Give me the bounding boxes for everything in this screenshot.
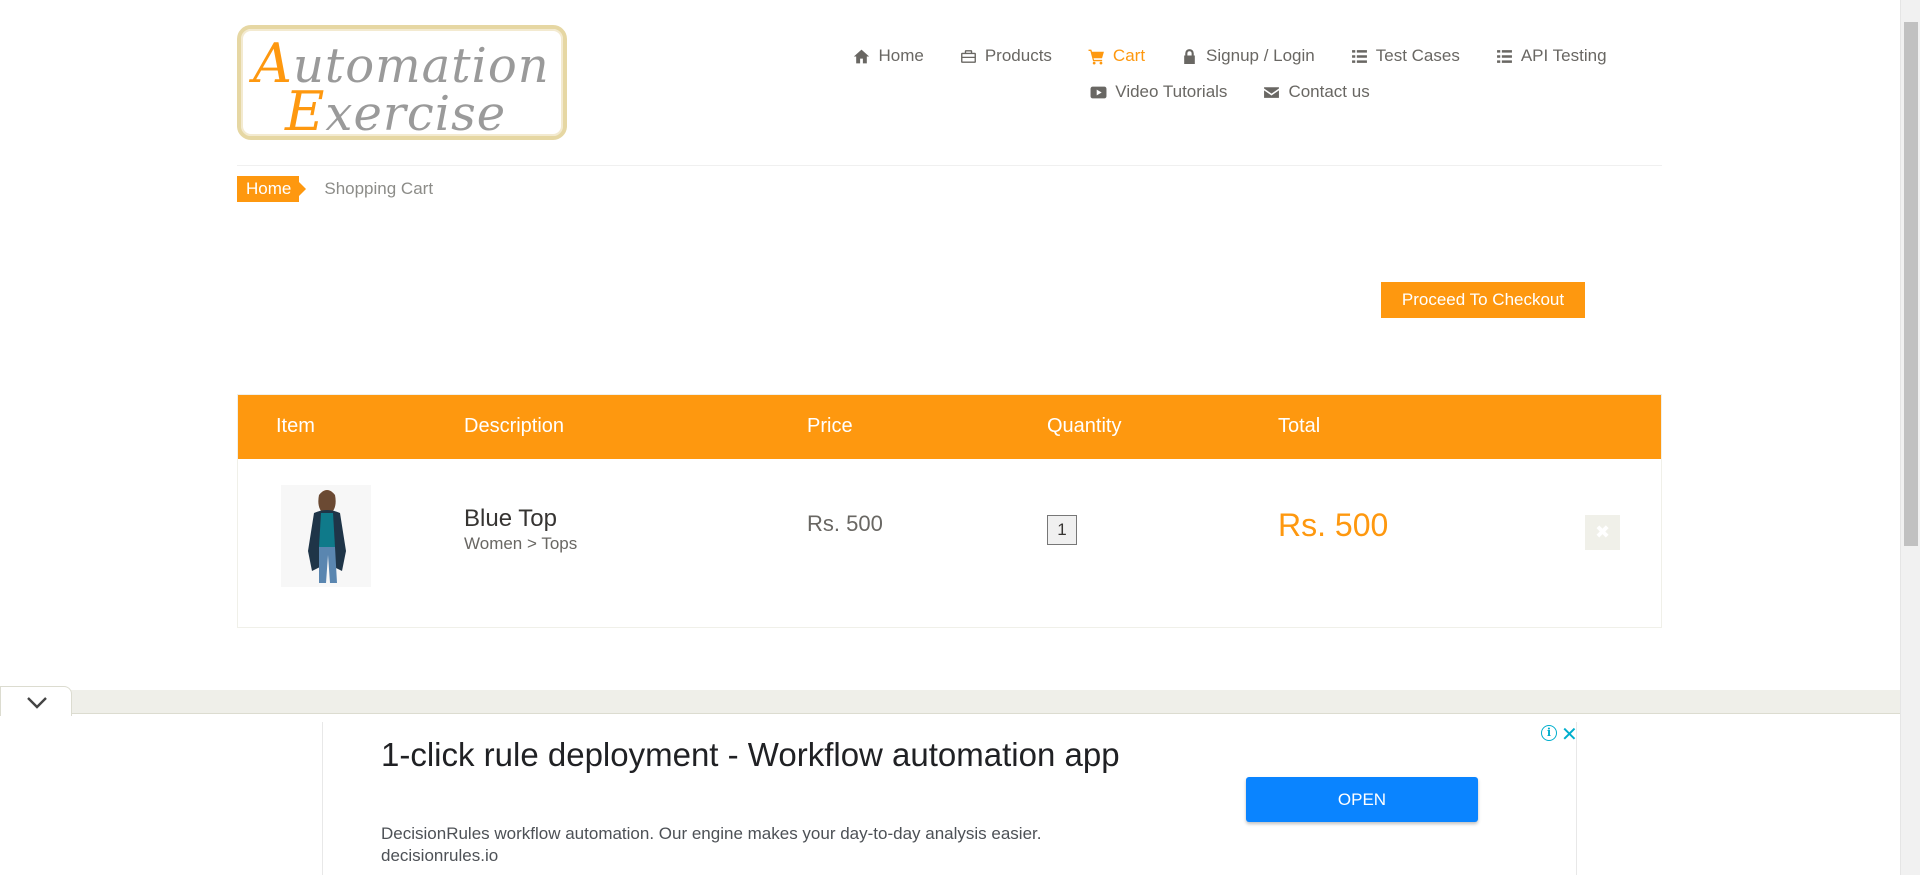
- header-description: Description: [464, 415, 565, 437]
- nav-video-tutorials[interactable]: Video Tutorials: [1090, 82, 1227, 102]
- nav-contact-us-label: Contact us: [1288, 82, 1370, 101]
- nav-products[interactable]: Products: [960, 46, 1052, 66]
- nav-row-1: Home Products Cart Signup / Login Test C…: [680, 38, 1780, 74]
- nav-signup-login-label: Signup / Login: [1206, 46, 1315, 65]
- nav-row-2: Video Tutorials Contact us: [680, 74, 1780, 110]
- breadcrumb-current: Shopping Cart: [324, 179, 434, 198]
- delete-item-button[interactable]: ✖: [1585, 515, 1620, 550]
- product-image[interactable]: [281, 485, 371, 587]
- logo-line-2: Exercise: [285, 80, 507, 143]
- ad-info-icon[interactable]: i: [1541, 725, 1557, 741]
- product-photo-woman: [281, 485, 371, 587]
- chevron-down-icon: [27, 697, 47, 709]
- nav-test-cases[interactable]: Test Cases: [1351, 46, 1460, 66]
- list-icon: [1351, 49, 1367, 63]
- ad-banner[interactable]: 1-click rule deployment - Workflow autom…: [322, 722, 1578, 875]
- cart-table: Item Description Price Quantity Total Bl…: [237, 394, 1662, 628]
- envelope-icon: [1264, 86, 1280, 98]
- nav-home[interactable]: Home: [853, 46, 924, 66]
- nav-cart[interactable]: Cart: [1088, 46, 1145, 66]
- ad-title[interactable]: 1-click rule deployment - Workflow autom…: [381, 732, 1161, 777]
- cart-icon: [1088, 49, 1104, 64]
- header-item: Item: [276, 415, 315, 437]
- ad-description: DecisionRules workflow automation. Our e…: [381, 824, 1042, 843]
- site-logo[interactable]: Automation Exercise: [237, 25, 567, 140]
- breadcrumb: Home Shopping Cart: [237, 176, 433, 202]
- youtube-play-icon: [1090, 86, 1107, 98]
- proceed-to-checkout-button[interactable]: Proceed To Checkout: [1381, 282, 1585, 318]
- main-nav: Home Products Cart Signup / Login Test C…: [680, 38, 1780, 110]
- product-name[interactable]: Blue Top: [464, 505, 557, 533]
- list-icon: [1496, 49, 1512, 63]
- home-icon: [854, 49, 870, 63]
- nav-video-tutorials-label: Video Tutorials: [1115, 82, 1228, 101]
- page-scrollbar[interactable]: [1900, 0, 1920, 875]
- header-divider: [237, 165, 1662, 166]
- nav-contact-us[interactable]: Contact us: [1263, 82, 1370, 102]
- quantity-display: 1: [1047, 515, 1077, 545]
- header-price: Price: [807, 415, 853, 437]
- breadcrumb-home[interactable]: Home: [237, 176, 307, 202]
- header-total: Total: [1278, 415, 1321, 437]
- ad-close-icon[interactable]: ✕: [1561, 722, 1578, 747]
- nav-signup-login[interactable]: Signup / Login: [1181, 46, 1315, 66]
- nav-cart-label: Cart: [1112, 46, 1146, 65]
- nav-test-cases-label: Test Cases: [1375, 46, 1460, 65]
- nav-home-label: Home: [878, 46, 924, 65]
- ad-strip: [0, 690, 1900, 714]
- close-icon: ✖: [1594, 522, 1611, 542]
- product-total: Rs. 500: [1278, 507, 1389, 543]
- ad-domain: decisionrules.io: [381, 846, 499, 865]
- scrollbar-thumb[interactable]: [1904, 22, 1918, 546]
- product-category: Women > Tops: [464, 534, 578, 553]
- nav-api-testing-label: API Testing: [1520, 46, 1607, 65]
- header-quantity: Quantity: [1047, 415, 1122, 437]
- ad-collapse-toggle[interactable]: [0, 686, 72, 716]
- cart-header-row: Item Description Price Quantity Total: [238, 395, 1661, 459]
- product-price: Rs. 500: [807, 511, 883, 536]
- briefcase-icon: [960, 49, 976, 63]
- nav-products-label: Products: [984, 46, 1052, 65]
- nav-api-testing[interactable]: API Testing: [1496, 46, 1607, 66]
- lock-icon: [1184, 48, 1195, 64]
- ad-open-button[interactable]: OPEN: [1246, 777, 1478, 822]
- table-row: Blue Top Women > Tops Rs. 500 1 Rs. 500 …: [238, 459, 1661, 628]
